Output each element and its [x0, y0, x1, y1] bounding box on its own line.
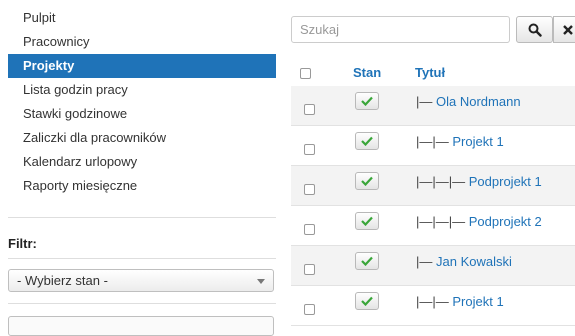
search-input[interactable] — [291, 16, 510, 43]
row-title: |— Ola Nordmann — [416, 94, 521, 109]
row-checkbox[interactable] — [304, 184, 315, 195]
sidebar-nav: Pulpit Pracownicy Projekty Lista godzin … — [8, 6, 276, 198]
check-icon — [361, 256, 373, 266]
chevron-down-icon — [257, 279, 265, 284]
published-toggle[interactable] — [355, 292, 379, 310]
published-toggle[interactable] — [355, 132, 379, 150]
tree-prefix: |—|—|— — [416, 214, 466, 229]
row-checkbox[interactable] — [304, 224, 315, 235]
sidebar: Pulpit Pracownicy Projekty Lista godzin … — [0, 0, 285, 336]
search-button[interactable] — [516, 16, 553, 43]
table-row: |—|—|— Podprojekt 2 — [291, 206, 575, 246]
sidebar-item-raporty-miesieczne[interactable]: Raporty miesięczne — [8, 174, 276, 198]
tree-prefix: |—|—|— — [416, 174, 466, 189]
tree-prefix: |— — [416, 254, 433, 269]
row-title-link[interactable]: Podprojekt 1 — [469, 174, 542, 189]
tree-prefix: |—|— — [416, 294, 449, 309]
published-toggle[interactable] — [355, 92, 379, 110]
check-icon — [361, 96, 373, 106]
row-title-link[interactable]: Projekt 1 — [452, 294, 503, 309]
filter-divider — [8, 258, 276, 259]
sidebar-divider — [8, 217, 276, 218]
check-icon — [361, 136, 373, 146]
published-toggle[interactable] — [355, 212, 379, 230]
row-checkbox[interactable] — [304, 304, 315, 315]
search-icon — [528, 23, 542, 37]
row-title: |—|—|— Podprojekt 1 — [416, 174, 542, 189]
table-row: |—|— Projekt 1 — [291, 286, 575, 326]
table-header: Stan Tytuł — [291, 55, 575, 90]
filter-divider-2 — [8, 303, 276, 304]
published-toggle[interactable] — [355, 172, 379, 190]
sidebar-item-lista-godzin-pracy[interactable]: Lista godzin pracy — [8, 78, 276, 102]
row-title-link[interactable]: Ola Nordmann — [436, 94, 521, 109]
row-title: |—|—|— Podprojekt 2 — [416, 214, 542, 229]
row-title: |— Jan Kowalski — [416, 254, 512, 269]
sidebar-item-pracownicy[interactable]: Pracownicy — [8, 30, 276, 54]
state-filter-value: - Wybierz stan - — [17, 273, 108, 288]
secondary-filter-select[interactable] — [8, 316, 274, 336]
column-header-stan[interactable]: Stan — [353, 65, 381, 80]
tree-prefix: |—|— — [416, 134, 449, 149]
row-checkbox[interactable] — [304, 264, 315, 275]
state-filter-select[interactable]: - Wybierz stan - — [8, 269, 274, 292]
sidebar-item-stawki-godzinowe[interactable]: Stawki godzinowe — [8, 102, 276, 126]
table-row: |— Ola Nordmann — [291, 86, 575, 126]
sidebar-item-zaliczki[interactable]: Zaliczki dla pracowników — [8, 126, 276, 150]
check-icon — [361, 216, 373, 226]
published-toggle[interactable] — [355, 252, 379, 270]
table-row: |—|—|— Podprojekt 1 — [291, 166, 575, 206]
row-checkbox[interactable] — [304, 144, 315, 155]
check-icon — [361, 176, 373, 186]
sidebar-item-pulpit[interactable]: Pulpit — [8, 6, 276, 30]
row-title: |—|— Projekt 1 — [416, 294, 504, 309]
table-row: |—|— Projekt 1 — [291, 126, 575, 166]
column-header-tytul[interactable]: Tytuł — [415, 65, 445, 80]
filter-label: Filtr: — [8, 236, 37, 251]
row-title-link[interactable]: Projekt 1 — [452, 134, 503, 149]
table-row: |— Jan Kowalski — [291, 246, 575, 286]
row-title: |—|— Projekt 1 — [416, 134, 504, 149]
row-checkbox[interactable] — [304, 104, 315, 115]
sidebar-item-projekty[interactable]: Projekty — [8, 54, 276, 78]
sidebar-item-kalendarz-urlopowy[interactable]: Kalendarz urlopowy — [8, 150, 276, 174]
tree-prefix: |— — [416, 94, 433, 109]
close-icon — [563, 25, 573, 35]
row-title-link[interactable]: Podprojekt 2 — [469, 214, 542, 229]
check-icon — [361, 296, 373, 306]
clear-search-button[interactable] — [553, 16, 575, 43]
row-title-link[interactable]: Jan Kowalski — [436, 254, 512, 269]
select-all-checkbox[interactable] — [300, 68, 311, 79]
